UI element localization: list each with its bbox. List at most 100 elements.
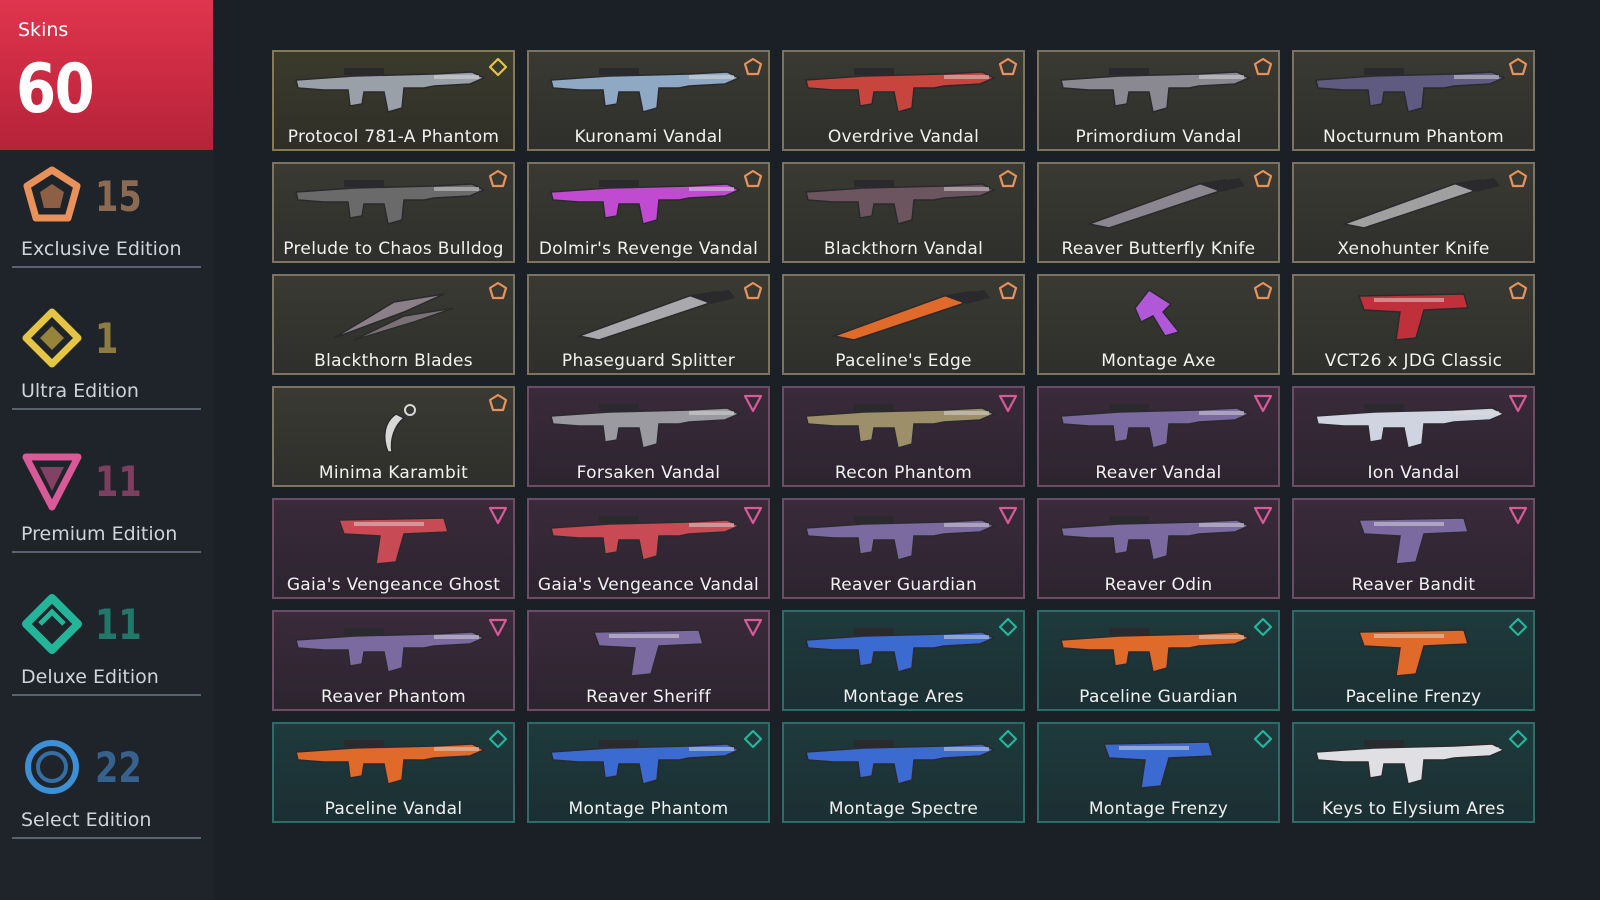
total-skins-label: Skins xyxy=(18,19,69,41)
premium-tier-badge-icon xyxy=(488,618,508,637)
skin-name: Montage Phantom xyxy=(568,799,729,819)
skin-name: Forsaken Vandal xyxy=(576,463,721,483)
skin-name: Recon Phantom xyxy=(834,463,973,483)
skin-card[interactable]: Reaver Phantom xyxy=(272,610,515,711)
skin-card[interactable]: Blackthorn Vandal xyxy=(782,162,1025,263)
skin-name: Minima Karambit xyxy=(318,463,469,483)
select-edition-icon xyxy=(25,740,79,794)
skin-name: Reaver Vandal xyxy=(1095,463,1222,483)
skin-card[interactable]: Ion Vandal xyxy=(1292,386,1535,487)
rifle-icon xyxy=(805,180,996,225)
exclusive-tier-badge-icon xyxy=(1253,281,1273,300)
skin-card[interactable]: Minima Karambit xyxy=(272,386,515,487)
knife-icon xyxy=(576,290,735,341)
skin-card[interactable]: Keys to Elysium Ares xyxy=(1292,722,1535,823)
tier-select: 22 Select Edition xyxy=(0,737,213,847)
rifle-icon xyxy=(805,516,996,561)
skin-card[interactable]: Reaver Bandit xyxy=(1292,498,1535,599)
skin-card[interactable]: Forsaken Vandal xyxy=(527,386,770,487)
ultra-label: Ultra Edition xyxy=(21,380,139,402)
skin-card[interactable]: Dolmir's Revenge Vandal xyxy=(527,162,770,263)
skin-name: Gaia's Vengeance Vandal xyxy=(537,575,760,595)
divider xyxy=(12,266,201,268)
skin-card[interactable]: Montage Phantom xyxy=(527,722,770,823)
skin-name: Reaver Sheriff xyxy=(586,687,711,707)
skin-card[interactable]: Reaver Butterfly Knife xyxy=(1037,162,1280,263)
skin-name: Reaver Guardian xyxy=(829,575,978,595)
rifle-icon xyxy=(295,68,486,113)
exclusive-edition-icon xyxy=(23,166,81,222)
deluxe-tier-badge-icon xyxy=(1508,617,1528,637)
skin-name: Phaseguard Splitter xyxy=(561,351,736,371)
knife-icon xyxy=(1341,178,1500,229)
skin-name: Xenohunter Knife xyxy=(1337,239,1490,259)
deluxe-tier-badge-icon xyxy=(488,729,508,749)
pistol-icon xyxy=(337,517,449,565)
exclusive-tier-badge-icon xyxy=(998,169,1018,188)
premium-tier-badge-icon xyxy=(1508,506,1528,525)
skin-name: Dolmir's Revenge Vandal xyxy=(538,239,759,259)
skin-name: Montage Ares xyxy=(843,687,964,707)
skin-card[interactable]: Protocol 781-A Phantom xyxy=(272,50,515,151)
skin-card[interactable]: Paceline Frenzy xyxy=(1292,610,1535,711)
deluxe-tier-badge-icon xyxy=(998,617,1018,637)
skin-card[interactable]: Xenohunter Knife xyxy=(1292,162,1535,263)
skin-card[interactable]: Paceline Guardian xyxy=(1037,610,1280,711)
skin-card[interactable]: Reaver Guardian xyxy=(782,498,1025,599)
premium-label: Premium Edition xyxy=(21,523,178,545)
skin-name: Overdrive Vandal xyxy=(827,127,980,147)
skin-name: Blackthorn Blades xyxy=(314,351,473,371)
premium-tier-badge-icon xyxy=(998,506,1018,525)
exclusive-tier-badge-icon xyxy=(488,281,508,300)
skin-card[interactable]: Montage Axe xyxy=(1037,274,1280,375)
rifle-icon xyxy=(1060,404,1251,449)
ultra-tier-badge-icon xyxy=(488,57,508,77)
skin-card[interactable]: Reaver Vandal xyxy=(1037,386,1280,487)
skin-card[interactable]: Primordium Vandal xyxy=(1037,50,1280,151)
divider xyxy=(12,694,201,696)
premium-count: 11 xyxy=(95,457,142,506)
skin-card[interactable]: Phaseguard Splitter xyxy=(527,274,770,375)
premium-edition-icon xyxy=(22,453,82,511)
skin-card[interactable]: Gaia's Vengeance Vandal xyxy=(527,498,770,599)
skin-card[interactable]: Prelude to Chaos Bulldog xyxy=(272,162,515,263)
rifle-icon xyxy=(1060,68,1251,113)
exclusive-tier-badge-icon xyxy=(1508,281,1528,300)
skin-card[interactable]: Reaver Sheriff xyxy=(527,610,770,711)
skin-card[interactable]: VCT26 x JDG Classic xyxy=(1292,274,1535,375)
select-count: 22 xyxy=(95,743,142,792)
skin-name: Kuronami Vandal xyxy=(574,127,723,147)
premium-tier-badge-icon xyxy=(488,506,508,525)
skin-card[interactable]: Paceline's Edge xyxy=(782,274,1025,375)
skin-card[interactable]: Nocturnum Phantom xyxy=(1292,50,1535,151)
skin-card[interactable]: Montage Spectre xyxy=(782,722,1025,823)
deluxe-tier-badge-icon xyxy=(1253,617,1273,637)
skin-name: Gaia's Vengeance Ghost xyxy=(286,575,501,595)
skin-name: Paceline's Edge xyxy=(835,351,972,371)
exclusive-tier-badge-icon xyxy=(743,281,763,300)
exclusive-tier-badge-icon xyxy=(998,57,1018,76)
premium-tier-badge-icon xyxy=(743,506,763,525)
exclusive-tier-badge-icon xyxy=(1508,57,1528,76)
skin-name: Paceline Guardian xyxy=(1079,687,1238,707)
rifle-icon xyxy=(805,404,996,449)
rifle-icon xyxy=(295,628,486,673)
premium-tier-badge-icon xyxy=(743,618,763,637)
skin-name: Protocol 781-A Phantom xyxy=(287,127,500,147)
skin-card[interactable]: Montage Ares xyxy=(782,610,1025,711)
skin-card[interactable]: Recon Phantom xyxy=(782,386,1025,487)
skin-card[interactable]: Paceline Vandal xyxy=(272,722,515,823)
skin-name: Reaver Odin xyxy=(1104,575,1213,595)
skin-card[interactable]: Blackthorn Blades xyxy=(272,274,515,375)
skin-card[interactable]: Reaver Odin xyxy=(1037,498,1280,599)
divider xyxy=(12,551,201,553)
skin-card[interactable]: Kuronami Vandal xyxy=(527,50,770,151)
skin-name: Paceline Vandal xyxy=(324,799,463,819)
deluxe-tier-badge-icon xyxy=(1253,729,1273,749)
skin-card[interactable]: Overdrive Vandal xyxy=(782,50,1025,151)
skin-name: Reaver Butterfly Knife xyxy=(1061,239,1256,259)
skin-card[interactable]: Gaia's Vengeance Ghost xyxy=(272,498,515,599)
skin-card[interactable]: Montage Frenzy xyxy=(1037,722,1280,823)
select-label: Select Edition xyxy=(21,809,152,831)
skin-name: Montage Spectre xyxy=(828,799,979,819)
